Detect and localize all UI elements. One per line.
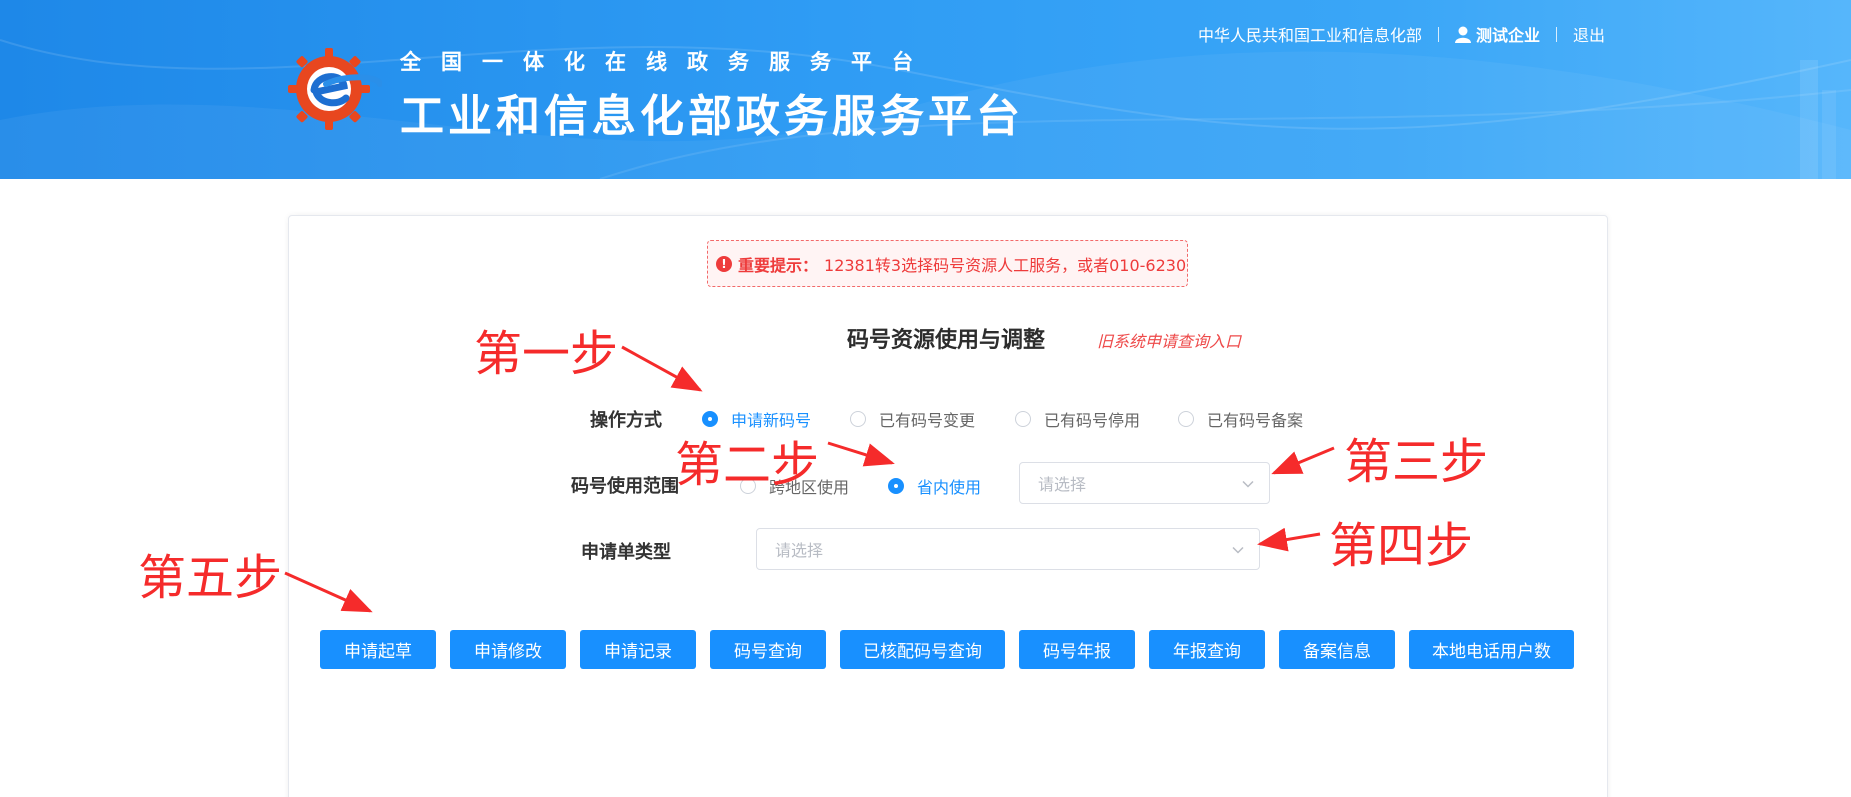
user-icon	[1454, 26, 1471, 43]
radio-label: 已有码号停用	[1044, 411, 1141, 430]
radio-record[interactable]: 已有码号备案	[1178, 407, 1303, 431]
chevron-down-icon	[1242, 480, 1254, 488]
app-type-select[interactable]: 请选择	[756, 528, 1260, 570]
local-users-button[interactable]: 本地电话用户数	[1409, 630, 1574, 669]
province-select[interactable]: 请选择	[1019, 462, 1270, 504]
important-notice: ! 重要提示： 12381转3选择码号资源人工服务，或者010-6230	[707, 240, 1188, 287]
annotation-step1: 第一步	[474, 326, 619, 382]
platform-subtitle: 全国一体化在线政务服务平台	[400, 50, 933, 74]
draft-button[interactable]: 申请起草	[320, 630, 436, 669]
notice-text: 12381转3选择码号资源人工服务，或者010-6230	[824, 255, 1187, 275]
radio-label: 省内使用	[917, 478, 982, 497]
radio-change[interactable]: 已有码号变更	[850, 407, 975, 431]
notice-label: 重要提示：	[738, 255, 819, 275]
number-query-button[interactable]: 码号查询	[710, 630, 826, 669]
annotation-step3: 第三步	[1344, 434, 1489, 490]
user-menu[interactable]: 测试企业	[1454, 22, 1540, 46]
radio-label: 已有码号变更	[879, 411, 976, 430]
page-title: 码号资源使用与调整	[847, 328, 1046, 353]
nav-divider	[1555, 26, 1557, 42]
logout-link[interactable]: 退出	[1573, 22, 1605, 46]
ministry-logo	[288, 48, 382, 130]
user-name: 测试企业	[1475, 26, 1540, 45]
radio-in-province[interactable]: 省内使用	[888, 474, 981, 498]
report-query-button[interactable]: 年报查询	[1149, 630, 1265, 669]
alert-icon: !	[716, 255, 732, 272]
annotation-step5: 第五步	[138, 550, 283, 606]
chevron-down-icon	[1232, 546, 1244, 554]
site-header: 全国一体化在线政务服务平台 工业和信息化部政务服务平台 中华人民共和国工业和信息…	[0, 0, 1851, 179]
radio-dot	[1178, 411, 1194, 427]
action-buttons: 申请起草 申请修改 申请记录 码号查询 已核配码号查询 码号年报 年报查询 备案…	[320, 630, 1588, 669]
top-nav: 中华人民共和国工业和信息化部 测试企业 退出	[1198, 22, 1605, 46]
radio-dot	[1015, 411, 1031, 427]
records-button[interactable]: 申请记录	[580, 630, 696, 669]
platform-title: 工业和信息化部政务服务平台	[400, 91, 1024, 142]
app-type-select-placeholder: 请选择	[775, 541, 824, 560]
app-type-label: 申请单类型	[581, 542, 671, 563]
operation-label: 操作方式	[590, 410, 662, 431]
radio-dot	[850, 411, 866, 427]
record-info-button[interactable]: 备案信息	[1279, 630, 1395, 669]
ministry-link[interactable]: 中华人民共和国工业和信息化部	[1198, 22, 1422, 46]
allocated-query-button[interactable]: 已核配码号查询	[840, 630, 1005, 669]
annotation-step4: 第四步	[1329, 518, 1474, 574]
scope-label: 码号使用范围	[571, 476, 679, 497]
old-system-link[interactable]: 旧系统申请查询入口	[1097, 328, 1241, 352]
radio-stop[interactable]: 已有码号停用	[1015, 407, 1140, 431]
nav-divider	[1437, 26, 1439, 42]
radio-label: 已有码号备案	[1207, 411, 1304, 430]
province-select-placeholder: 请选择	[1038, 475, 1087, 494]
annual-report-button[interactable]: 码号年报	[1019, 630, 1135, 669]
annotation-step2: 第二步	[675, 437, 820, 493]
modify-button[interactable]: 申请修改	[450, 630, 566, 669]
radio-dot	[888, 478, 904, 494]
